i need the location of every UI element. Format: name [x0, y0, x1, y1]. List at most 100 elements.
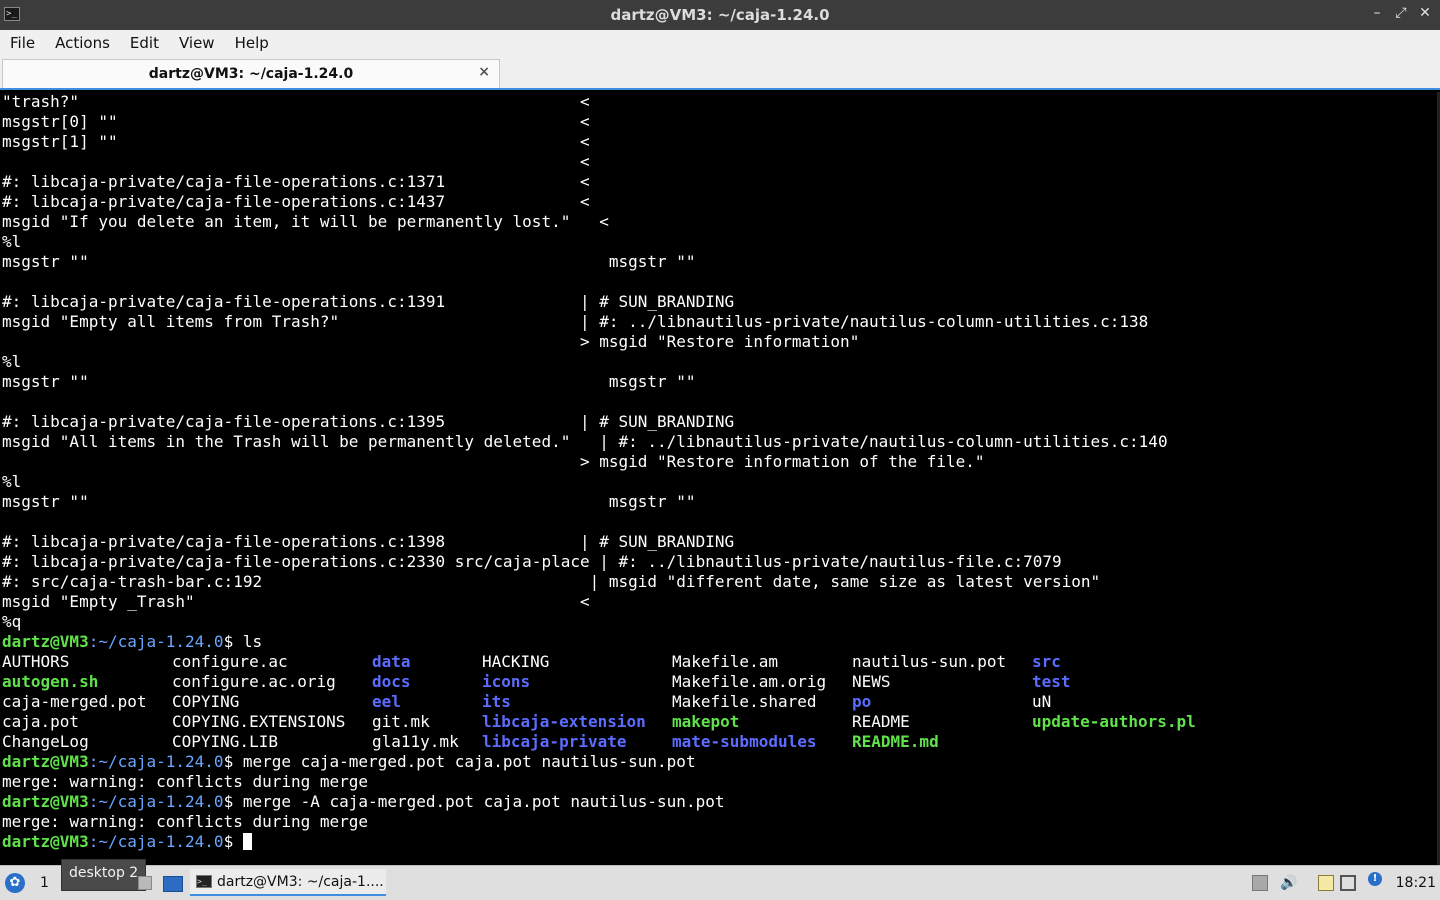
command-text: ls — [242, 632, 263, 651]
ls-entry: icons — [482, 672, 531, 691]
diff-output-line: msgstr "" msgstr "" — [2, 252, 696, 272]
prompt-sign: $ — [223, 752, 243, 771]
window-title: dartz@VM3: ~/caja-1.24.0 — [610, 6, 830, 24]
diff-text: msgid "All items in the Trash will be pe… — [2, 432, 1168, 451]
ls-output-row: AUTHORS configure.ac data HACKING Makefile.a… — [0, 652, 1430, 672]
clock: 18:21 — [1395, 875, 1436, 891]
ls-entry: caja.pot — [2, 712, 80, 731]
terminal-output[interactable]: "trash?" <msgstr[0] "" <msgstr[1] "" < — [0, 92, 1440, 865]
diff-output-line: #: libcaja-private/caja-file-operations.… — [2, 192, 590, 212]
ls-entry: NEWS — [852, 672, 891, 691]
warning-text: merge: warning: conflicts during merge — [2, 772, 369, 791]
menu-help[interactable]: Help — [225, 34, 279, 52]
ls-entry: COPYING.EXTENSIONS — [172, 712, 346, 731]
prompt-user: dartz@VM3 — [2, 792, 89, 811]
taskbar-window-terminal[interactable]: >_ dartz@VM3: ~/caja-1.... — [190, 869, 386, 896]
ls-entry: docs — [372, 672, 411, 691]
ls-entry: Makefile.shared — [672, 692, 817, 711]
ls-entry: its — [482, 692, 511, 711]
ls-entry: HACKING — [482, 652, 550, 671]
diff-output-line: #: libcaja-private/caja-file-operations.… — [2, 412, 734, 432]
ls-entry: uN — [1032, 692, 1052, 711]
file-manager-icon[interactable] — [138, 876, 152, 890]
diff-text: msgstr[1] "" < — [2, 132, 590, 151]
desktop-switcher[interactable]: 1 — [40, 875, 49, 891]
prompt-path: :~/caja-1.24.0 — [88, 792, 224, 811]
terminal-cursor — [242, 833, 252, 850]
prompt-path: :~/caja-1.24.0 — [88, 752, 224, 771]
diff-output-line: msgstr "" msgstr "" — [2, 372, 696, 392]
command-text: merge caja-merged.pot caja.pot nautilus-… — [242, 752, 696, 771]
menu-bar: File Actions Edit View Help — [0, 30, 1440, 56]
ls-entry: nautilus-sun.pot — [852, 652, 1007, 671]
diff-output-line: #: libcaja-private/caja-file-operations.… — [2, 292, 734, 312]
warning-line: merge: warning: conflicts during merge — [2, 812, 368, 832]
maximize-icon[interactable]: ⤢ — [1394, 5, 1408, 21]
diff-text: msgstr "" msgstr "" — [2, 252, 696, 271]
diff-output-line: #: src/caja-trash-bar.c:192 | msgid "dif… — [2, 572, 1100, 592]
diff-output-line: > msgid "Restore information of the file… — [2, 452, 985, 472]
diff-text: > msgid "Restore information" — [2, 332, 860, 351]
ls-entry: ChangeLog — [2, 732, 89, 751]
network-icon[interactable] — [1340, 875, 1356, 891]
prompt-sign: $ — [223, 632, 243, 651]
notification-icon[interactable]: ! — [1368, 872, 1382, 886]
terminal-icon: >_ — [196, 875, 212, 888]
command-text: merge -A caja-merged.pot caja.pot nautil… — [242, 792, 725, 811]
diff-output-line: #: libcaja-private/caja-file-operations.… — [2, 172, 590, 192]
tab-bar: dartz@VM3: ~/caja-1.24.0 × — [0, 56, 1440, 90]
menu-actions[interactable]: Actions — [45, 34, 120, 52]
menu-view[interactable]: View — [169, 34, 225, 52]
diff-text: > msgid "Restore information of the file… — [2, 452, 985, 471]
keyboard-layout-icon[interactable] — [1252, 875, 1268, 891]
ls-entry: libcaja-private — [482, 732, 627, 751]
prompt-sign: $ — [223, 792, 243, 811]
desktop-tooltip: desktop 2 — [61, 859, 147, 891]
volume-icon[interactable]: 🔊 — [1280, 875, 1297, 891]
ls-entry: mate-submodules — [672, 732, 817, 751]
diff-text: msgstr[0] "" < — [2, 112, 590, 131]
diff-text: #: libcaja-private/caja-file-operations.… — [2, 172, 590, 191]
ls-entry: autogen.sh — [2, 672, 99, 691]
prompt-line: dartz@VM3:~/caja-1.24.0$ — [2, 832, 252, 852]
diff-output-line: "trash?" < — [2, 92, 590, 112]
ls-entry: update-authors.pl — [1032, 712, 1196, 731]
show-desktop-icon[interactable] — [163, 876, 183, 892]
diff-text: %q — [2, 612, 22, 631]
diff-output-line: msgid "All items in the Trash will be pe… — [2, 432, 1168, 452]
minimize-icon[interactable]: – — [1370, 5, 1384, 21]
ls-entry: README — [852, 712, 910, 731]
diff-output-line: msgid "If you delete an item, it will be… — [2, 212, 609, 232]
window-titlebar[interactable]: >_ dartz@VM3: ~/caja-1.24.0 – ⤢ ✕ — [0, 0, 1440, 30]
ls-output-row: ChangeLog COPYING.LIB gla11y.mk libcaja-pri… — [0, 732, 1430, 752]
prompt-user: dartz@VM3 — [2, 832, 89, 851]
ls-entry: makepot — [672, 712, 740, 731]
prompt-line: dartz@VM3:~/caja-1.24.0$ merge caja-merg… — [2, 752, 696, 772]
ls-entry: gla11y.mk — [372, 732, 459, 751]
ls-entry: Makefile.am — [672, 652, 778, 671]
menu-edit[interactable]: Edit — [120, 34, 169, 52]
diff-text: %l — [2, 232, 22, 251]
diff-output-line: msgid "Empty _Trash" < — [2, 592, 590, 612]
prompt-line: dartz@VM3:~/caja-1.24.0$ ls — [2, 632, 262, 652]
ls-output-row: autogen.sh configure.ac.orig docs icons Make… — [0, 672, 1430, 692]
start-menu-icon[interactable]: ✿ — [5, 873, 25, 893]
close-icon[interactable]: ✕ — [1418, 5, 1432, 21]
window-controls: – ⤢ ✕ — [1370, 5, 1432, 21]
menu-file[interactable]: File — [0, 34, 45, 52]
diff-text: #: src/caja-trash-bar.c:192 | msgid "dif… — [2, 572, 1101, 591]
diff-text: msgstr "" msgstr "" — [2, 492, 696, 511]
ls-entry: COPYING.LIB — [172, 732, 278, 751]
ls-entry: caja-merged.pot — [2, 692, 147, 711]
ls-entry: AUTHORS — [2, 652, 70, 671]
tab-close-icon[interactable]: × — [478, 64, 490, 80]
ls-entry: git.mk — [372, 712, 430, 731]
prompt-sign: $ — [223, 832, 243, 851]
clipboard-icon[interactable] — [1318, 875, 1334, 891]
diff-text: %l — [2, 472, 22, 491]
prompt-path: :~/caja-1.24.0 — [88, 632, 224, 651]
ls-entry: configure.ac.orig — [172, 672, 336, 691]
warning-text: merge: warning: conflicts during merge — [2, 812, 369, 831]
diff-output-line: #: libcaja-private/caja-file-operations.… — [2, 532, 734, 552]
tab-terminal[interactable]: dartz@VM3: ~/caja-1.24.0 × — [2, 59, 500, 88]
